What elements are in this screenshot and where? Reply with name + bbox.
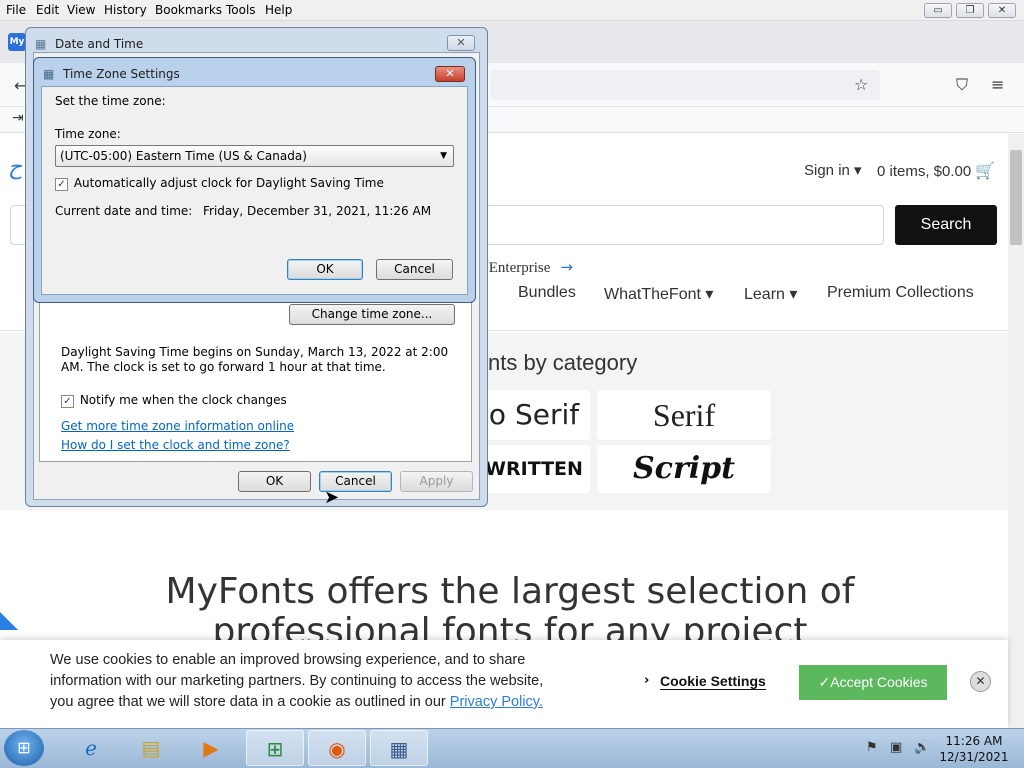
time-zone-label: Time zone: — [55, 127, 121, 141]
nav-whatthefont[interactable]: WhatTheFont ▾ — [604, 284, 713, 304]
cookie-message: We use cookies to enable an improved bro… — [50, 650, 570, 713]
cookie-settings-button[interactable]: Cookie Settings — [660, 673, 766, 690]
menu-help[interactable]: Help — [265, 3, 292, 17]
start-button[interactable]: ⊞ — [4, 730, 44, 766]
privacy-policy-link[interactable]: Privacy Policy. — [450, 694, 543, 710]
nav-premium-collections[interactable]: Premium Collections — [827, 284, 974, 302]
action-center-icon[interactable]: ⚑ — [866, 740, 878, 755]
headline-line1: MyFonts offers the largest selection of — [165, 571, 855, 612]
nav-bundles[interactable]: Bundles — [518, 284, 576, 302]
tab-favicon-icon[interactable]: My — [8, 33, 26, 51]
chevron-right-icon: › — [644, 673, 650, 688]
notify-label: Notify me when the clock changes — [79, 393, 287, 407]
window-controls: ▭ ❐ ✕ — [924, 3, 1016, 18]
time-zone-dialog-title: Time Zone Settings — [63, 67, 180, 81]
category-card-serif[interactable]: Serif — [597, 390, 771, 440]
url-bar[interactable] — [490, 70, 880, 100]
category-card-handwritten[interactable]: WRITTEN — [478, 445, 590, 493]
enterprise-link[interactable]: r Enterprise → — [480, 258, 573, 277]
bookmark-star-icon[interactable]: ☆ — [854, 75, 868, 94]
internet-explorer-icon[interactable]: ℯ — [62, 730, 120, 766]
menu-bookmarks[interactable]: Bookmarks — [155, 3, 222, 17]
change-time-zone-button[interactable]: Change time zone... — [289, 304, 455, 325]
auto-dst-row[interactable]: ✓ Automatically adjust clock for Dayligh… — [55, 176, 384, 191]
clock-time: 11:26 AM — [945, 734, 1003, 748]
time-zone-value: (UTC-05:00) Eastern Time (US & Canada) — [60, 149, 307, 163]
clock-date: 12/31/2021 — [939, 750, 1009, 764]
mouse-cursor-icon: ➤ — [324, 487, 340, 508]
time-zone-ok-button[interactable]: OK — [287, 259, 363, 280]
cart-icon: 🛒 — [975, 163, 996, 180]
accept-cookies-button[interactable]: ✓Accept Cookies — [799, 665, 947, 700]
windows-taskbar-icon[interactable]: ⊞ — [246, 730, 304, 766]
decorative-triangle — [0, 612, 18, 630]
date-time-close-button[interactable]: ✕ — [447, 35, 475, 51]
menu-tools[interactable]: Tools — [226, 3, 256, 17]
set-clock-help-link[interactable]: How do I set the clock and time zone? — [61, 438, 290, 452]
sign-in-link[interactable]: Sign in ▾ — [804, 161, 862, 179]
close-window-button[interactable]: ✕ — [988, 3, 1016, 18]
file-explorer-icon[interactable]: ▤ — [122, 730, 180, 766]
date-time-dialog-title: Date and Time — [55, 37, 144, 51]
network-icon[interactable]: ▣ — [890, 740, 902, 755]
clock-icon: ▦ — [35, 37, 47, 51]
menu-file[interactable]: File — [6, 3, 26, 17]
system-clock[interactable]: 11:26 AM 12/31/2021 — [938, 733, 1010, 765]
scrollbar-thumb[interactable] — [1010, 150, 1022, 245]
arrow-right-icon: → — [560, 258, 573, 276]
import-bookmarks-icon[interactable]: ⇥ — [12, 110, 24, 126]
dst-info-text: Daylight Saving Time begins on Sunday, M… — [61, 345, 449, 374]
time-zone-select[interactable]: (UTC-05:00) Eastern Time (US & Canada) ▼ — [55, 145, 454, 167]
time-zone-dialog-icon: ▦ — [43, 67, 55, 81]
menu-edit[interactable]: Edit — [36, 3, 59, 17]
menu-bar: File Edit View History Bookmarks Tools H… — [0, 0, 1024, 21]
set-time-zone-label: Set the time zone: — [55, 94, 166, 108]
date-time-apply-button[interactable]: Apply — [400, 471, 473, 492]
page-headline: MyFonts offers the largest selection of … — [60, 571, 960, 650]
time-zone-close-button[interactable]: ✕ — [435, 66, 465, 82]
cart-label: 0 items, $0.00 — [877, 163, 972, 180]
current-datetime-value: Friday, December 31, 2021, 11:26 AM — [203, 204, 432, 218]
close-icon[interactable]: ✕ — [970, 671, 991, 692]
media-player-icon[interactable]: ▶ — [182, 730, 240, 766]
windows-logo-icon: ⊞ — [17, 738, 31, 757]
auto-dst-checkbox[interactable]: ✓ — [55, 178, 68, 191]
nav-learn[interactable]: Learn ▾ — [744, 284, 797, 304]
menu-history[interactable]: History — [104, 3, 147, 17]
notify-checkbox[interactable]: ✓ — [61, 395, 74, 408]
category-card-script[interactable]: Script — [597, 445, 771, 493]
enterprise-label: r Enterprise — [480, 260, 551, 276]
time-zone-cancel-button[interactable]: Cancel — [376, 259, 453, 280]
minimize-button[interactable]: ▭ — [924, 3, 952, 18]
time-zone-info-link[interactable]: Get more time zone information online — [61, 419, 294, 433]
dropdown-arrow-icon: ▼ — [440, 151, 447, 161]
date-time-taskbar-icon[interactable]: ▦ — [370, 730, 428, 766]
volume-icon[interactable]: 🔊 — [914, 740, 930, 755]
auto-dst-label: Automatically adjust clock for Daylight … — [73, 176, 384, 190]
cart-link[interactable]: 0 items, $0.00 🛒 — [877, 161, 995, 181]
hamburger-menu-icon[interactable]: ≡ — [991, 75, 1004, 94]
date-time-ok-button[interactable]: OK — [238, 471, 311, 492]
menu-view[interactable]: View — [67, 3, 95, 17]
category-title: nts by category — [488, 350, 638, 375]
notify-checkbox-row[interactable]: ✓ Notify me when the clock changes — [61, 393, 287, 408]
myfonts-logo-icon[interactable]: ح — [8, 155, 22, 180]
search-button[interactable]: Search — [895, 205, 997, 245]
current-datetime-label: Current date and time: — [55, 204, 193, 218]
firefox-icon[interactable]: ◉ — [308, 730, 366, 766]
category-card-sans-serif[interactable]: o Serif — [478, 390, 590, 440]
restore-button[interactable]: ❐ — [956, 3, 984, 18]
pocket-icon[interactable]: ⛉ — [956, 75, 968, 95]
